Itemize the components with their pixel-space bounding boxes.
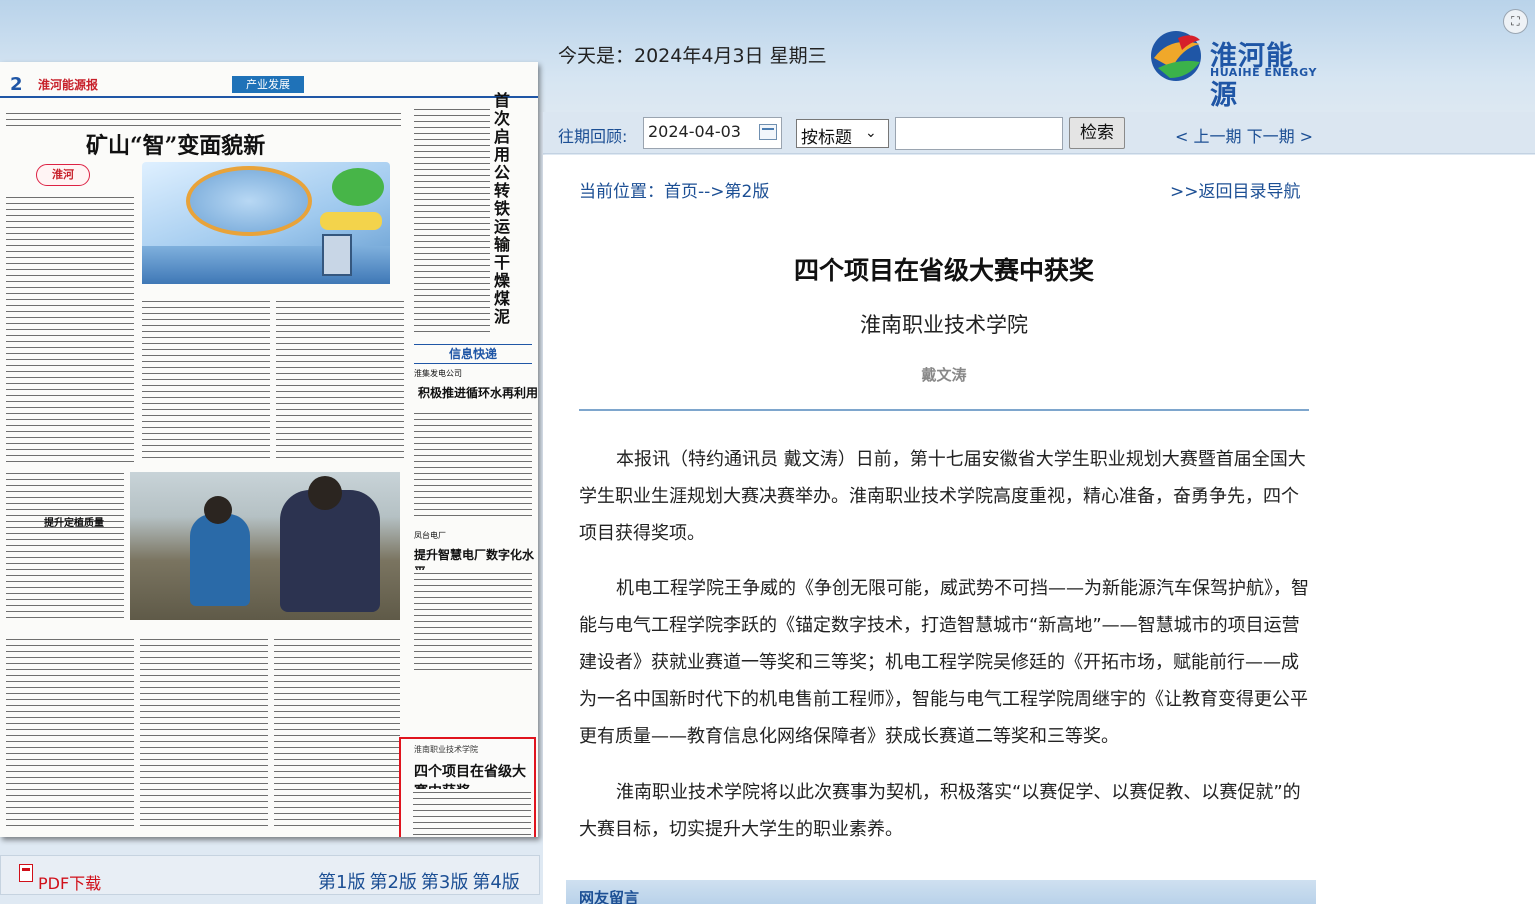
highlighted-article-box[interactable]: 淮南职业技术学院 四个项目在省级大赛中获奖 bbox=[399, 737, 536, 837]
comments-label: 网友留言 bbox=[579, 889, 640, 904]
logo-emblem-icon bbox=[1151, 31, 1201, 81]
item1-headline: 积极推进循环水再利用 bbox=[418, 386, 538, 400]
article-paragraph: 淮南职业技术学院将以此次赛事为契机，积极落实“以赛促学、以赛促教、以赛促就”的大… bbox=[579, 782, 1301, 840]
title-divider bbox=[579, 409, 1309, 411]
archive-label: 往期回顾: bbox=[558, 127, 628, 146]
text-column bbox=[414, 106, 490, 332]
today-date: 今天是：2024年4月3日 星期三 bbox=[558, 45, 827, 67]
text-column bbox=[414, 570, 532, 670]
text-column bbox=[142, 298, 270, 460]
info-fast-banner: 信息快递 bbox=[414, 344, 532, 364]
article-subtitle: 淮南职业技术学院 bbox=[860, 313, 1028, 337]
vertical-headline: 首次启用公转铁运输干燥煤泥 bbox=[494, 91, 511, 326]
page-link-1[interactable]: 第1版 bbox=[318, 872, 365, 893]
huaihe-logo[interactable]: 淮河能源 HUAIHE ENERGY bbox=[1148, 28, 1318, 111]
item1-source: 淮集发电公司 bbox=[414, 369, 462, 378]
text-column bbox=[6, 470, 124, 620]
article-author: 戴文涛 bbox=[921, 366, 967, 384]
article-paragraph: 本报讯（特约通讯员 戴文涛）日前，第十七届安徽省大学生职业规划大赛暨首届全国大学… bbox=[579, 449, 1306, 544]
text-column bbox=[140, 636, 268, 826]
photo-caption-heading: 提升定植质量 bbox=[44, 518, 104, 529]
text-column bbox=[6, 194, 134, 462]
smart-mine-infographic bbox=[142, 162, 390, 284]
chevron-down-icon[interactable]: ⌄ bbox=[865, 125, 877, 141]
text-column bbox=[6, 636, 134, 826]
breadcrumb[interactable]: 当前位置：首页-->第2版 bbox=[579, 177, 769, 202]
highlight-source: 淮南职业技术学院 bbox=[414, 745, 478, 754]
text-column bbox=[414, 410, 532, 520]
page-link-4[interactable]: 第4版 bbox=[472, 872, 519, 893]
text-column bbox=[413, 789, 531, 837]
article-paragraph: 机电工程学院王争威的《争创无限可能，威武势不可挡——为新能源汽车保驾护航》，智能… bbox=[579, 578, 1309, 747]
page-link-3[interactable]: 第3版 bbox=[421, 872, 468, 893]
text-column bbox=[276, 298, 404, 460]
pdf-icon[interactable] bbox=[19, 864, 33, 882]
logo-english-text: HUAIHE ENERGY bbox=[1210, 66, 1317, 79]
archive-toolbar: 往期回顾: 2024-04-03 按标题 ⌄ 检索 < 上一期 下一期 > bbox=[543, 112, 1535, 154]
page-number: 2 bbox=[10, 74, 23, 95]
fullscreen-toggle-icon[interactable]: ⛶ bbox=[1503, 9, 1528, 34]
page-links: 第1版 第2版 第3版 第4版 bbox=[318, 868, 524, 894]
text-column bbox=[274, 636, 400, 826]
keyword-input[interactable] bbox=[895, 117, 1063, 150]
paper-name: 淮河能源报 bbox=[38, 78, 99, 92]
page-link-2[interactable]: 第2版 bbox=[369, 872, 416, 893]
page-masthead: 2 淮河能源报 产业发展 bbox=[0, 72, 538, 98]
comments-header: 网友留言 bbox=[566, 880, 1316, 904]
brand-tag: 淮河 bbox=[36, 164, 90, 186]
newspaper-page-image[interactable]: 2 淮河能源报 产业发展 矿山“智”变面貌新 淮河 提升定植质量 首次启用公转铁… bbox=[0, 62, 538, 837]
article-title: 四个项目在省级大赛中获奖 bbox=[793, 256, 1094, 285]
search-button[interactable]: 检索 bbox=[1069, 117, 1125, 149]
lead-text-block bbox=[6, 110, 401, 130]
article-panel: 当前位置：首页-->第2版 >>返回目录导航 四个项目在省级大赛中获奖 淮南职业… bbox=[543, 155, 1535, 904]
section-badge: 产业发展 bbox=[232, 76, 304, 93]
item2-source: 凤台电厂 bbox=[414, 531, 446, 540]
page-navigation-bar: PDF下载 第1版 第2版 第3版 第4版 bbox=[0, 855, 540, 895]
calendar-icon[interactable] bbox=[759, 124, 777, 140]
pdf-download-link[interactable]: PDF下载 bbox=[38, 870, 101, 894]
main-headline: 矿山“智”变面貌新 bbox=[86, 133, 266, 159]
prev-next-issue-links[interactable]: < 上一期 下一期 > bbox=[1175, 123, 1313, 147]
back-to-toc-link[interactable]: >>返回目录导航 bbox=[1170, 177, 1301, 202]
field-photo bbox=[130, 472, 400, 620]
